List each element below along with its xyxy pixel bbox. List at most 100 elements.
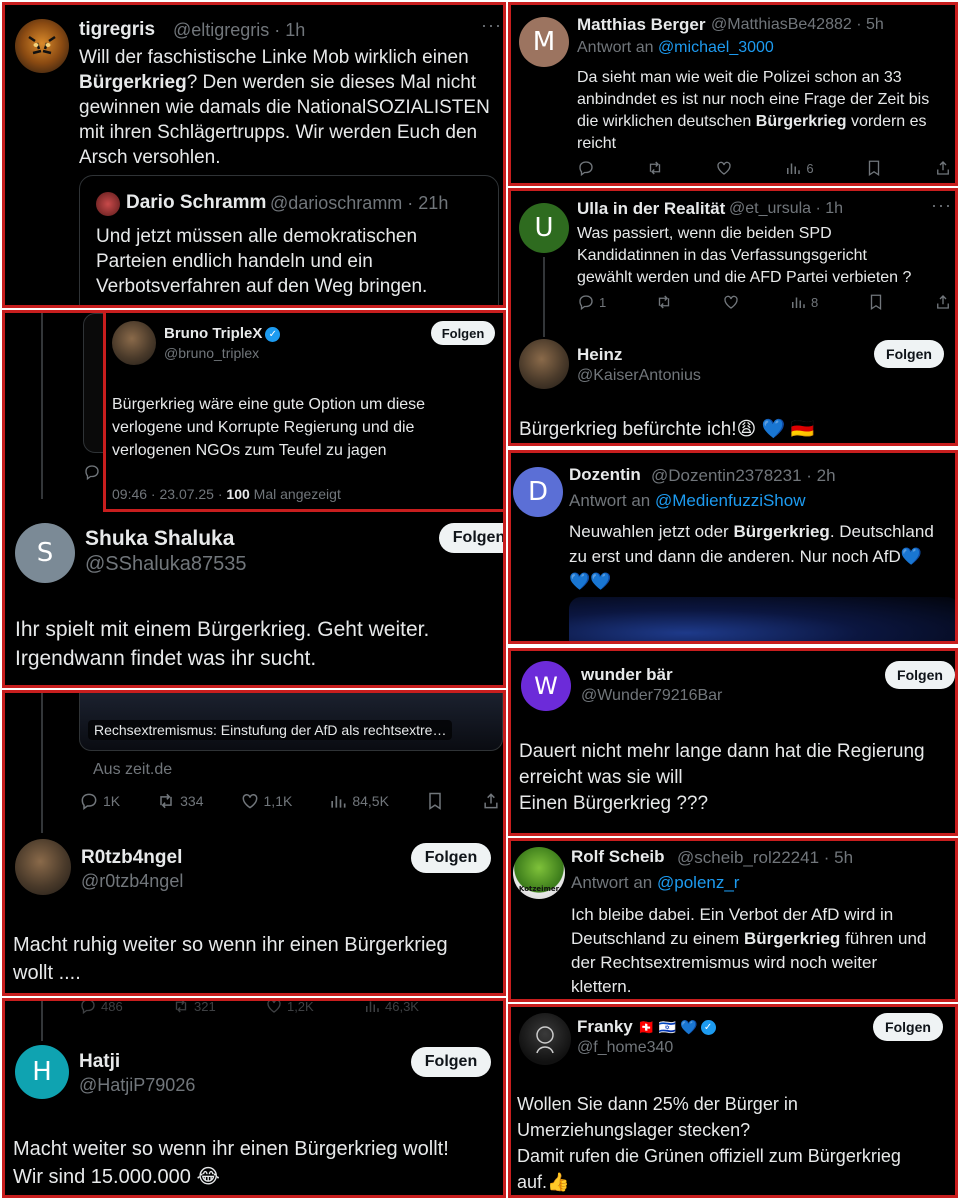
avatar-ulla[interactable]: U [519, 203, 569, 253]
avatar-hatji[interactable]: H [15, 1045, 69, 1099]
follow-button[interactable]: Folgen [411, 1047, 491, 1077]
thread-line [41, 693, 43, 833]
avatar-tigregris[interactable] [15, 19, 69, 73]
like-button[interactable] [715, 159, 733, 177]
share-button[interactable] [481, 791, 501, 811]
avatar-matthias-berger[interactable]: M [519, 17, 569, 67]
author-name[interactable]: Rolf Scheib [571, 847, 665, 867]
link-card[interactable]: Rechsextremismus: Einstufung der AfD als… [79, 693, 503, 751]
views-button[interactable]: 8 [789, 293, 818, 311]
follow-button[interactable]: Folgen [439, 523, 503, 553]
reply-to-link[interactable]: @michael_3000 [658, 39, 774, 56]
bookmark-button[interactable] [867, 293, 885, 311]
like-icon [715, 159, 733, 177]
repost-icon [646, 159, 664, 177]
avatar-dario-schramm [96, 192, 120, 216]
avatar-shuka-shaluka[interactable]: S [15, 523, 75, 583]
author-name[interactable]: Dozentin [569, 465, 641, 485]
reply-author-name[interactable]: Heinz [577, 345, 622, 365]
cartoon-icon [536, 1026, 554, 1054]
quote-author-handle: @darioschramm · 21h [270, 193, 449, 213]
author-name[interactable]: Matthias Berger [577, 15, 705, 35]
bookmark-button[interactable] [425, 791, 445, 811]
more-options-icon[interactable]: ··· [481, 15, 502, 36]
author-handle[interactable]: @Wunder79216Bar [581, 687, 722, 705]
avatar-bruno-triplex[interactable] [112, 321, 156, 365]
avatar-dozentin[interactable]: D [513, 467, 563, 517]
reply-author-name[interactable]: Shuka Shaluka [85, 527, 234, 551]
views-count: 84,5K [352, 793, 389, 809]
author-name[interactable]: wunder bär [581, 665, 673, 685]
avatar-rolf-scheib[interactable]: Kotzeimer [513, 847, 565, 899]
tweet-text: Bürgerkrieg wäre eine gute Option um die… [112, 396, 426, 459]
reply-author-handle[interactable]: @r0tzb4ngel [81, 871, 183, 892]
author-name[interactable]: tigregris [79, 19, 155, 41]
author-name[interactable]: Ulla in der Realität [577, 199, 725, 219]
like-icon [240, 791, 260, 811]
author-handle[interactable]: @scheib_rol22241 · 5h [677, 848, 853, 868]
avatar-r0tzb4ngel[interactable] [15, 839, 71, 895]
link-card-title: Rechsextremismus: Einstufung der AfD als… [88, 720, 453, 740]
link-source[interactable]: Aus zeit.de [93, 761, 172, 779]
reply-author-handle[interactable]: @SShaluka87535 [85, 553, 247, 576]
reply-button[interactable] [577, 159, 595, 177]
follow-button[interactable]: Folgen [411, 843, 491, 873]
reply-button[interactable] [83, 463, 101, 481]
views-button[interactable]: 46,3K [363, 1001, 419, 1015]
like-button[interactable] [722, 293, 740, 311]
quote-card[interactable]: Dario Schramm @darioschramm · 21h Und je… [79, 175, 499, 305]
reply-to-link[interactable]: @MedienfuzziShow [655, 491, 806, 510]
views-count: 8 [810, 294, 819, 310]
bookmark-icon [865, 159, 883, 177]
views-button[interactable]: 84,5K [328, 791, 389, 811]
author-handle[interactable]: @eltigregris · 1h [173, 20, 305, 41]
author-name[interactable]: Bruno TripleX ✓ [164, 325, 281, 342]
author-handle[interactable]: @f_home340 [577, 1039, 673, 1057]
reply-author-name[interactable]: R0tzb4ngel [81, 847, 182, 869]
repost-button[interactable]: 334 [156, 791, 204, 811]
reply-text: Bürgerkrieg befürchte ich!😩 💙 🇩🇪 [519, 419, 815, 440]
media-preview[interactable] [569, 597, 955, 641]
share-button[interactable] [934, 159, 952, 177]
tweet-actions: 6 [577, 159, 952, 177]
author-handle[interactable]: @MatthiasBe42882 · 5h [711, 16, 884, 34]
tweet-text: Dauert nicht mehr lange dann hat die Reg… [519, 741, 925, 814]
author-handle[interactable]: @et_ursula · 1h [729, 200, 843, 218]
like-button[interactable]: 1,2K [265, 1001, 314, 1015]
author-handle[interactable]: @Dozentin2378231 · 2h [651, 466, 836, 486]
reply-author-handle[interactable]: @KaiserAntonius [577, 367, 701, 385]
reply-count: 486 [101, 998, 123, 1014]
follow-button[interactable]: Folgen [874, 340, 944, 368]
reply-icon [577, 159, 595, 177]
views-icon [784, 159, 802, 177]
repost-button[interactable] [646, 159, 664, 177]
tweet-actions: 1K 334 1,1K 84,5K [79, 791, 501, 811]
like-button[interactable]: 1,1K [240, 791, 293, 811]
thread-line [41, 1001, 43, 1041]
views-button[interactable]: 6 [784, 159, 814, 177]
tweet-text: Da sieht man wie weit die Polizei schon … [577, 69, 930, 152]
avatar-franky[interactable] [519, 1013, 571, 1065]
follow-button[interactable]: Folgen [873, 1013, 943, 1041]
repost-icon [156, 791, 176, 811]
bookmark-button[interactable] [865, 159, 883, 177]
share-button[interactable] [934, 293, 952, 311]
reply-button[interactable]: 1K [79, 791, 120, 811]
reply-button[interactable]: 486 [79, 998, 123, 1015]
reply-icon [79, 998, 97, 1015]
author-name[interactable]: Hatji [79, 1051, 120, 1073]
author-handle[interactable]: @bruno_triplex [164, 345, 259, 361]
avatar-heinz[interactable] [519, 339, 569, 389]
author-handle[interactable]: @HatjiP79026 [79, 1075, 195, 1096]
follow-button[interactable]: Folgen [885, 661, 955, 689]
repost-button[interactable]: 321 [172, 1001, 216, 1015]
reply-to-link[interactable]: @polenz_r [657, 873, 739, 892]
author-name[interactable]: Franky 🇨🇭 🇮🇱 💙 ✓ [577, 1017, 716, 1037]
avatar-wunder-baer[interactable]: W [521, 661, 571, 711]
repost-button[interactable] [655, 293, 673, 311]
follow-button[interactable]: Folgen [431, 321, 495, 345]
reply-button[interactable]: 1 [577, 293, 606, 311]
tweet-panel-matthias-berger: M Matthias Berger @MatthiasBe42882 · 5h … [508, 2, 958, 186]
more-options-icon[interactable]: ··· [931, 195, 952, 216]
like-count: 1,1K [263, 793, 293, 809]
